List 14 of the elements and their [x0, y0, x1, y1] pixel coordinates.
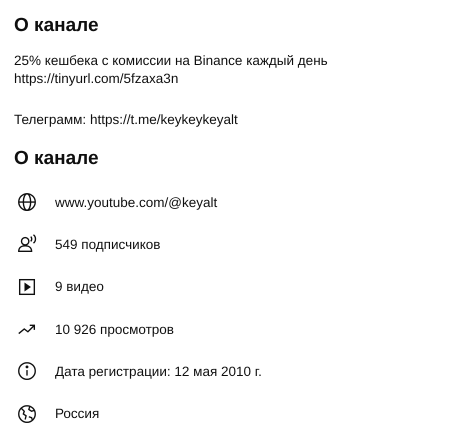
section-heading: О канале [14, 147, 100, 171]
detail-text: 10 926 просмотров [55, 322, 174, 337]
section-heading: О канале [14, 14, 100, 38]
globe-map-icon [16, 402, 38, 425]
description-text: 25% кешбека с комиссии на Binance каждый день [14, 52, 328, 70]
detail-text: 9 видео [55, 279, 104, 294]
detail-text: 549 подписчиков [55, 236, 160, 252]
globe-icon [16, 191, 38, 214]
description-text: Телеграмм: https://t.me/keykeykeyalt [14, 111, 238, 129]
description-text: https://tinyurl.com/5fzaxa3n [14, 70, 178, 88]
detail-text: Россия [55, 406, 100, 422]
info-icon [16, 360, 38, 382]
channel-link[interactable]: www.youtube.com/@keyalt [55, 194, 218, 210]
detail-text: Дата регистрации: 12 мая 2010 г. [55, 364, 262, 379]
